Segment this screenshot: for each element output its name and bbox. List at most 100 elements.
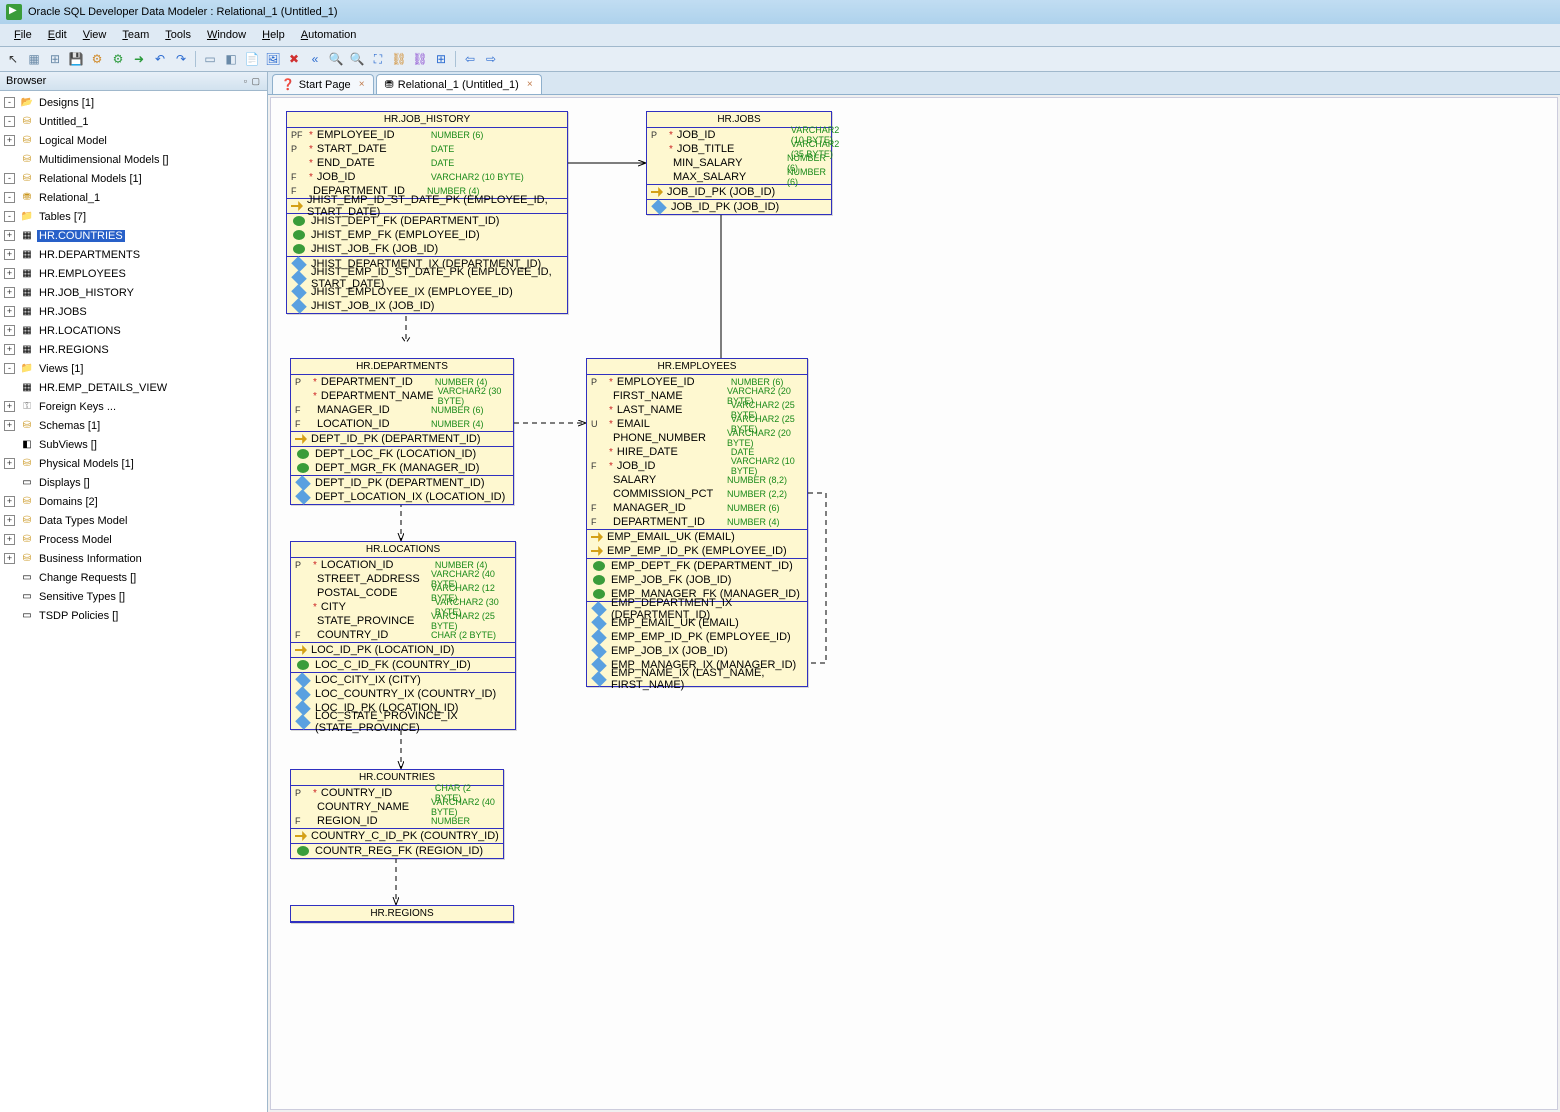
menu-edit[interactable]: Edit <box>40 27 75 43</box>
tree-node-label[interactable]: Relational Models [1] <box>37 173 144 185</box>
menu-tools[interactable]: Tools <box>157 27 199 43</box>
entity-countries[interactable]: HR.COUNTRIESP*COUNTRY_IDCHAR (2 BYTE)COU… <box>290 769 504 859</box>
constraint-row[interactable]: EMP_NAME_IX (LAST_NAME, FIRST_NAME) <box>587 672 807 686</box>
tree-node[interactable]: ▦HR.EMP_DETAILS_VIEW <box>0 379 267 396</box>
toolbar-img-icon[interactable]: 🖼 <box>264 50 282 68</box>
tree-expand-icon[interactable]: - <box>4 97 15 108</box>
column-row[interactable]: FDEPARTMENT_IDNUMBER (4) <box>587 515 807 529</box>
column-row[interactable]: *END_DATEDATE <box>287 156 567 170</box>
column-row[interactable]: SALARYNUMBER (8,2) <box>587 473 807 487</box>
tree-node-label[interactable]: Displays [] <box>37 477 92 489</box>
tree-node[interactable]: ⛁Multidimensional Models [] <box>0 151 267 168</box>
tree-node[interactable]: +▦HR.REGIONS <box>0 341 267 358</box>
column-row[interactable]: FCOUNTRY_IDCHAR (2 BYTE) <box>291 628 515 642</box>
menu-window[interactable]: Window <box>199 27 254 43</box>
tree-node-label[interactable]: Domains [2] <box>37 496 100 508</box>
column-row[interactable]: *DEPARTMENT_NAMEVARCHAR2 (30 BYTE) <box>291 389 513 403</box>
tree-node[interactable]: ◧SubViews [] <box>0 436 267 453</box>
browser-tree[interactable]: -📂Designs [1]-⛁Untitled_1+⛁Logical Model… <box>0 91 267 1112</box>
menu-file[interactable]: File <box>6 27 40 43</box>
tree-node-label[interactable]: HR.EMPLOYEES <box>37 268 128 280</box>
tree-node[interactable]: -⛁Relational Models [1] <box>0 170 267 187</box>
constraint-row[interactable]: DEPT_LOC_FK (LOCATION_ID) <box>291 447 513 461</box>
panel-controls[interactable]: ▫ ▢ <box>244 76 261 87</box>
column-row[interactable]: PHONE_NUMBERVARCHAR2 (20 BYTE) <box>587 431 807 445</box>
tree-node[interactable]: +▦HR.JOBS <box>0 303 267 320</box>
tree-expand-icon[interactable]: + <box>4 553 15 564</box>
constraint-row[interactable]: JHIST_EMP_ID_ST_DATE_PK (EMPLOYEE_ID, ST… <box>287 271 567 285</box>
column-row[interactable]: FLOCATION_IDNUMBER (4) <box>291 417 513 431</box>
toolbar-undo-icon[interactable]: ↶ <box>151 50 169 68</box>
tree-expand-icon[interactable]: + <box>4 344 15 355</box>
tree-node-label[interactable]: TSDP Policies [] <box>37 610 120 622</box>
tree-node-label[interactable]: SubViews [] <box>37 439 99 451</box>
toolbar-grid3-icon[interactable]: ⊞ <box>432 50 450 68</box>
tree-node[interactable]: +▦HR.LOCATIONS <box>0 322 267 339</box>
column-row[interactable]: STATE_PROVINCEVARCHAR2 (25 BYTE) <box>291 614 515 628</box>
column-row[interactable]: P*START_DATEDATE <box>287 142 567 156</box>
tab-close-icon[interactable]: × <box>527 79 533 90</box>
tree-node[interactable]: +⛁Logical Model <box>0 132 267 149</box>
tree-node-label[interactable]: Schemas [1] <box>37 420 102 432</box>
toolbar-gear1-icon[interactable]: ⚙ <box>88 50 106 68</box>
constraint-row[interactable]: LOC_COUNTRY_IX (COUNTRY_ID) <box>291 687 515 701</box>
tree-node-label[interactable]: Process Model <box>37 534 114 546</box>
tree-node-label[interactable]: HR.DEPARTMENTS <box>37 249 142 261</box>
constraint-row[interactable]: EMP_JOB_FK (JOB_ID) <box>587 573 807 587</box>
tree-node[interactable]: ▭TSDP Policies [] <box>0 607 267 624</box>
constraint-row[interactable]: LOC_STATE_PROVINCE_IX (STATE_PROVINCE) <box>291 715 515 729</box>
tree-node-label[interactable]: Designs [1] <box>37 97 96 109</box>
constraint-row[interactable]: JHIST_JOB_FK (JOB_ID) <box>287 242 567 256</box>
diagram-canvas[interactable]: HR.JOB_HISTORYPF*EMPLOYEE_IDNUMBER (6)P*… <box>271 98 1551 1110</box>
entity-regions[interactable]: HR.REGIONS <box>290 905 514 923</box>
tree-expand-icon[interactable]: + <box>4 268 15 279</box>
tree-node[interactable]: +⛁Physical Models [1] <box>0 455 267 472</box>
tree-expand-icon[interactable]: + <box>4 249 15 260</box>
entity-jobs[interactable]: HR.JOBSP*JOB_IDVARCHAR2 (10 BYTE)*JOB_TI… <box>646 111 832 215</box>
diagram-canvas-scroll[interactable]: HR.JOB_HISTORYPF*EMPLOYEE_IDNUMBER (6)P*… <box>270 97 1558 1110</box>
constraint-row[interactable]: DEPT_ID_PK (DEPARTMENT_ID) <box>291 476 513 490</box>
toolbar-link2-icon[interactable]: ⛓ <box>411 50 429 68</box>
constraint-row[interactable]: LOC_ID_PK (LOCATION_ID) <box>291 643 515 657</box>
tree-expand-icon[interactable]: + <box>4 420 15 431</box>
tree-node[interactable]: -⛁Untitled_1 <box>0 113 267 130</box>
tree-node-label[interactable]: Untitled_1 <box>37 116 91 128</box>
tree-node[interactable]: ▭Sensitive Types [] <box>0 588 267 605</box>
toolbar-zoom-back-icon[interactable]: « <box>306 50 324 68</box>
tree-node-label[interactable]: Business Information <box>37 553 144 565</box>
column-row[interactable]: FMANAGER_IDNUMBER (6) <box>291 403 513 417</box>
toolbar-save-icon[interactable]: 💾 <box>67 50 85 68</box>
constraint-row[interactable]: JHIST_EMP_FK (EMPLOYEE_ID) <box>287 228 567 242</box>
tree-expand-icon[interactable]: + <box>4 458 15 469</box>
constraint-row[interactable]: DEPT_LOCATION_IX (LOCATION_ID) <box>291 490 513 504</box>
constraint-row[interactable]: COUNTRY_C_ID_PK (COUNTRY_ID) <box>291 829 503 843</box>
toolbar-fit-icon[interactable]: ⛶ <box>369 50 387 68</box>
tree-node-label[interactable]: Foreign Keys ... <box>37 401 118 413</box>
column-row[interactable]: MAX_SALARYNUMBER (6) <box>647 170 831 184</box>
tree-expand-icon[interactable]: + <box>4 534 15 545</box>
column-row[interactable]: FMANAGER_IDNUMBER (6) <box>587 501 807 515</box>
tree-expand-icon[interactable]: - <box>4 116 15 127</box>
toolbar-rect-icon[interactable]: ▭ <box>201 50 219 68</box>
tree-node[interactable]: +⛁Process Model <box>0 531 267 548</box>
tree-expand-icon[interactable]: - <box>4 173 15 184</box>
tree-node[interactable]: +⛁Business Information <box>0 550 267 567</box>
tree-expand-icon[interactable]: - <box>4 192 15 203</box>
tree-node[interactable]: -📁Tables [7] <box>0 208 267 225</box>
tree-expand-icon[interactable]: - <box>4 211 15 222</box>
tree-node[interactable]: +⛁Schemas [1] <box>0 417 267 434</box>
tree-node[interactable]: ▭Change Requests [] <box>0 569 267 586</box>
constraint-row[interactable]: EMP_JOB_IX (JOB_ID) <box>587 644 807 658</box>
tree-node[interactable]: +⚿Foreign Keys ... <box>0 398 267 415</box>
menu-team[interactable]: Team <box>114 27 157 43</box>
tree-expand-icon[interactable]: + <box>4 325 15 336</box>
toolbar-arrow-r-icon[interactable]: ➜ <box>130 50 148 68</box>
constraint-row[interactable]: DEPT_MGR_FK (MANAGER_ID) <box>291 461 513 475</box>
tree-node[interactable]: ▭Displays [] <box>0 474 267 491</box>
toolbar-grid2-icon[interactable]: ⊞ <box>46 50 64 68</box>
tree-node[interactable]: -📁Views [1] <box>0 360 267 377</box>
entity-locations[interactable]: HR.LOCATIONSP*LOCATION_IDNUMBER (4)STREE… <box>290 541 516 730</box>
editor-tab[interactable]: ❓Start Page× <box>272 74 374 94</box>
entity-departments[interactable]: HR.DEPARTMENTSP*DEPARTMENT_IDNUMBER (4)*… <box>290 358 514 505</box>
toolbar-del-icon[interactable]: ✖ <box>285 50 303 68</box>
